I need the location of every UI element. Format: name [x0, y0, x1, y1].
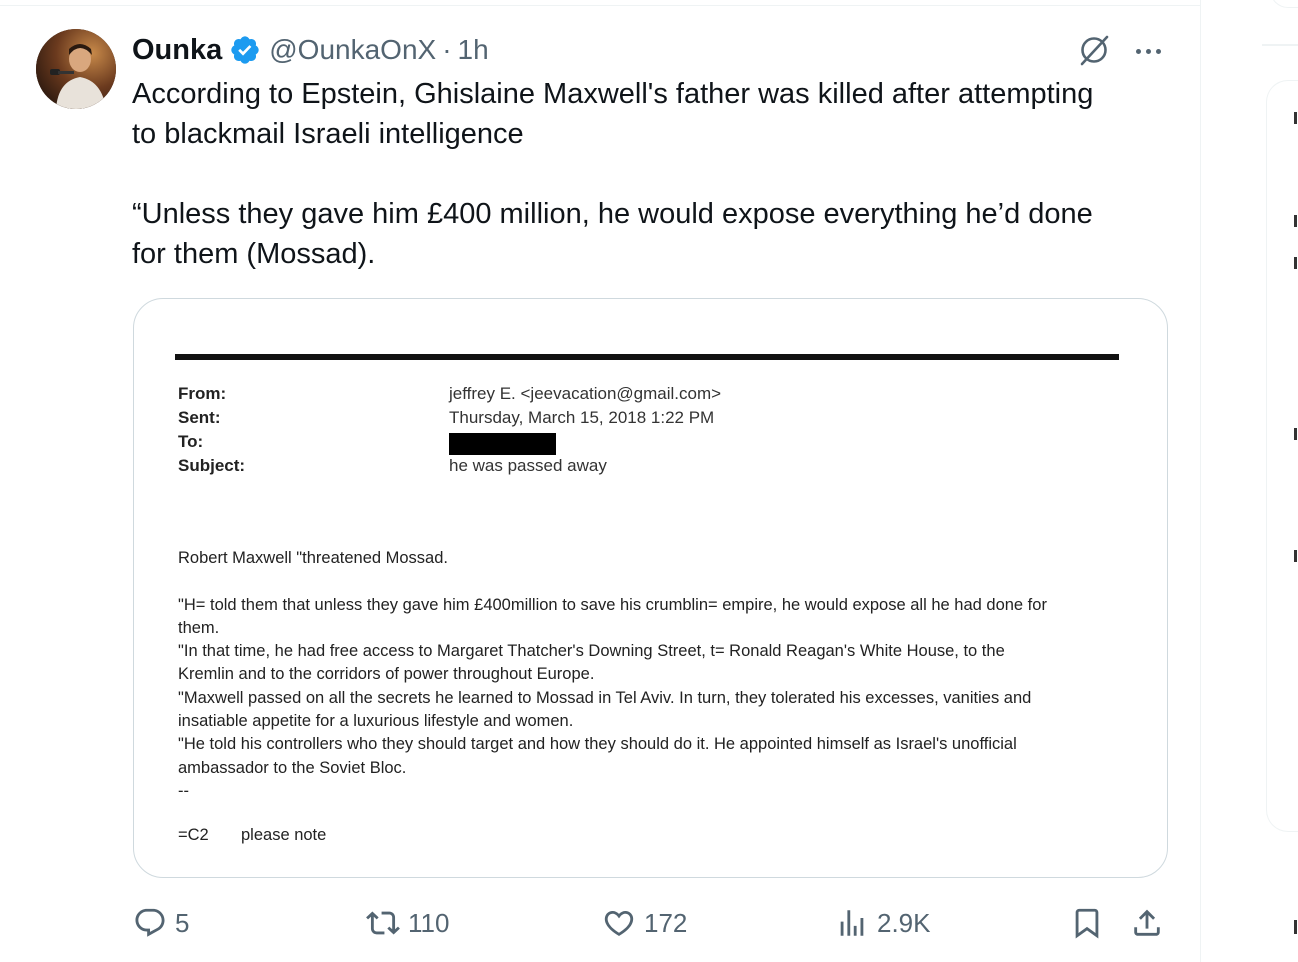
email-signature: =C2 please note — [178, 826, 326, 845]
email-body-line: them. — [178, 618, 220, 637]
sidebar-card — [1266, 80, 1298, 832]
timeline-column: Ounka @OunkaOnX · 1h According to Epstei… — [0, 0, 1201, 962]
like-count: 172 — [644, 907, 688, 938]
like-button[interactable]: 172 — [602, 900, 687, 946]
sidebar-search-edge — [1270, 0, 1298, 8]
redaction-bar — [449, 433, 556, 455]
tweet-paragraph-1: According to Epstein, Ghislaine Maxwell'… — [132, 78, 1094, 150]
email-body-line: "H= told them that unless they gave him … — [178, 595, 1047, 614]
email-body-line: insatiable appetite for a luxurious life… — [178, 712, 574, 731]
email-body-line: "In that time, he had free access to Mar… — [178, 642, 1005, 661]
email-subject-label: Subject: — [178, 456, 246, 475]
share-button[interactable] — [1130, 900, 1172, 946]
sidebar-text-fragment — [1294, 215, 1297, 227]
verified-badge-icon[interactable] — [229, 34, 261, 66]
sidebar-text-fragment — [1294, 428, 1297, 440]
email-rule — [175, 354, 1119, 360]
display-name[interactable]: Ounka — [132, 34, 222, 67]
handle[interactable]: @OunkaOnX — [269, 34, 436, 66]
avatar[interactable] — [36, 29, 116, 109]
views-count: 2.9K — [877, 907, 931, 938]
media-card[interactable]: From: jeffrey E. <jeevacation@gmail.com>… — [133, 298, 1168, 878]
more-icon[interactable] — [1130, 37, 1166, 65]
sidebar-text-fragment — [1294, 550, 1297, 562]
email-sent-label: Sent: — [178, 408, 221, 427]
email-subject-value: he was passed away — [449, 456, 607, 475]
email-body-line: Robert Maxwell "threatened Mossad. — [178, 549, 448, 567]
views-icon — [840, 910, 864, 936]
bookmark-button[interactable] — [1070, 900, 1112, 946]
tweet-text: According to Epstein, Ghislaine Maxwell'… — [132, 74, 1182, 274]
email-body-line: "Maxwell passed on all the secrets he le… — [178, 688, 1032, 707]
email-body: Robert Maxwell "threatened Mossad. "H= t… — [178, 547, 1138, 803]
repost-count: 110 — [408, 907, 450, 938]
repost-icon — [366, 911, 400, 935]
reply-button[interactable]: 5 — [133, 900, 189, 946]
email-from-value: jeffrey E. <jeevacation@gmail.com> — [449, 384, 722, 403]
tweet-header: Ounka @OunkaOnX · 1h — [132, 30, 489, 70]
bookmark-icon — [1075, 908, 1099, 939]
sidebar-text-fragment — [1294, 257, 1297, 269]
email-signature-tag: =C2 — [178, 826, 209, 844]
share-icon — [1134, 909, 1160, 936]
repost-button[interactable]: 110 — [366, 900, 449, 946]
email-signature-text: please note — [241, 826, 327, 844]
email-to-label: To: — [178, 432, 204, 451]
like-icon — [604, 910, 634, 936]
top-divider — [0, 0, 1201, 6]
reply-count: 5 — [175, 907, 190, 938]
views-button[interactable]: 2.9K — [835, 900, 931, 946]
separator-dot: · — [442, 34, 452, 65]
sidebar-text-fragment — [1294, 920, 1297, 934]
sidebar-divider — [1262, 44, 1298, 46]
tweet-paragraph-2: “Unless they gave him £400 million, he w… — [132, 198, 1093, 270]
email-sent-value: Thursday, March 15, 2018 1:22 PM — [449, 408, 715, 427]
timestamp[interactable]: 1h — [458, 34, 489, 66]
email-body-line: "He told his controllers who they should… — [178, 735, 1017, 754]
email-body-line: Kremlin and to the corridors of power th… — [178, 665, 595, 684]
tweet-actions: 5 110 172 2.9K — [0, 900, 1201, 950]
sidebar-text-fragment — [1294, 112, 1297, 124]
email-body-line: ambassador to the Soviet Bloc. — [178, 758, 407, 777]
reply-icon — [135, 908, 165, 937]
email-from-label: From: — [178, 384, 227, 403]
grok-icon[interactable] — [1076, 32, 1112, 68]
email-body-line: -- — [178, 781, 189, 800]
